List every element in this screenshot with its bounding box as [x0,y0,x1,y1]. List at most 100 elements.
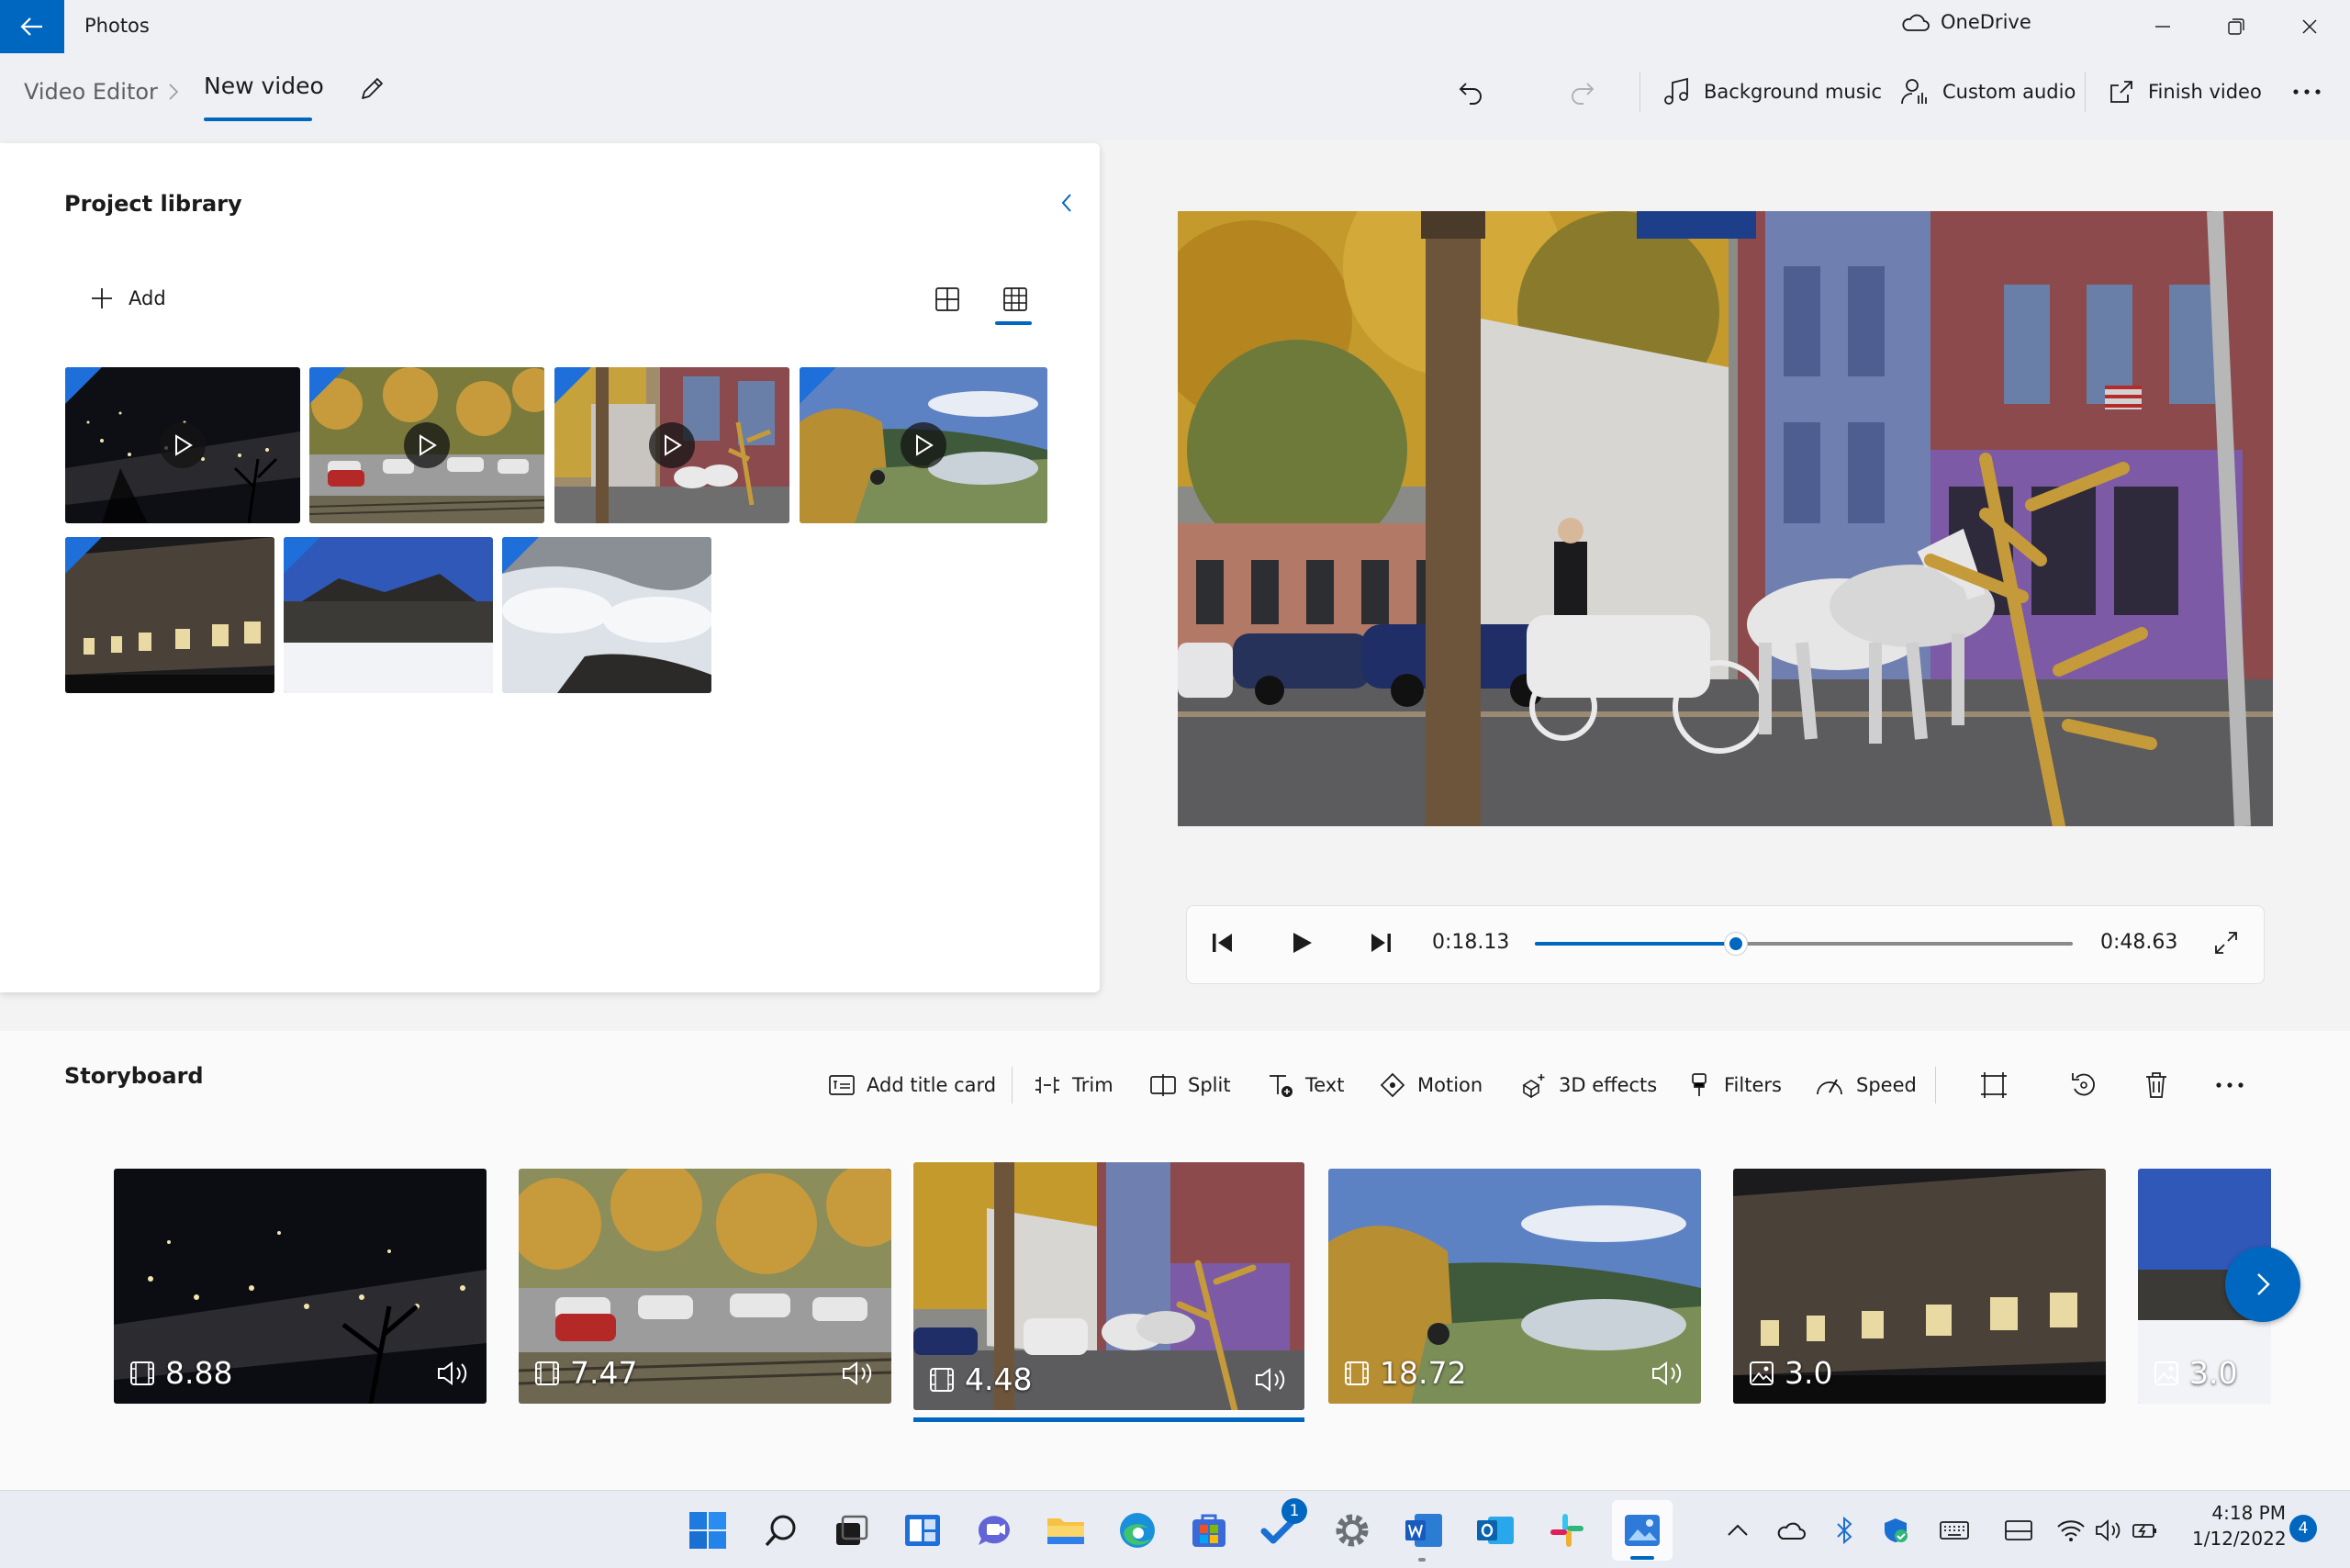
app-title: Photos [84,15,150,37]
storyboard-more-button[interactable] [2214,1067,2245,1103]
clock-time[interactable]: 4:18 PM [2210,1502,2286,1524]
breadcrumb-new-video[interactable]: New video [204,73,324,99]
storyboard-clip[interactable]: 7.47 [519,1169,891,1404]
custom-audio-button[interactable]: Custom audio [1900,72,2076,112]
task-view-button[interactable] [828,1507,874,1553]
quick-settings-button[interactable] [2053,1507,2163,1553]
media-tag [309,367,346,404]
teams-chat-button[interactable] [971,1507,1017,1553]
video-clip-icon [930,1367,954,1392]
storyboard-next-button[interactable] [2225,1247,2300,1322]
library-item[interactable] [502,537,711,693]
music-note-icon [1664,77,1688,105]
trim-button[interactable]: Trim [1034,1067,1113,1103]
widgets-button[interactable] [900,1507,946,1553]
split-button[interactable]: Split [1149,1067,1231,1103]
minimize-button[interactable] [2126,0,2199,53]
speaker-icon [438,1361,467,1385]
library-item[interactable] [800,367,1047,523]
seek-thumb[interactable] [1724,933,1747,955]
play-icon [649,422,695,468]
add-title-card-button[interactable]: Add title card [828,1067,996,1103]
pencil-icon[interactable] [356,73,387,105]
library-item[interactable] [309,367,544,523]
security-tray-button[interactable] [1873,1507,1919,1553]
skip-back-icon [1213,934,1232,952]
share-icon [2110,81,2132,103]
background-music-label: Background music [1704,81,1883,103]
store-button[interactable] [1186,1507,1232,1553]
play-button[interactable] [1289,929,1315,957]
outlook-button[interactable] [1472,1507,1518,1553]
close-icon [2302,19,2317,34]
crop-frame-icon [1981,1072,2007,1098]
clip-volume-button[interactable] [1650,1360,1684,1387]
large-thumbnails-button[interactable] [933,285,962,314]
delete-button[interactable] [2143,1067,2170,1103]
breadcrumb-video-editor[interactable]: Video Editor [24,79,158,105]
settings-button[interactable] [1329,1507,1375,1553]
3d-effects-button[interactable]: 3D effects [1520,1067,1657,1103]
video-preview[interactable] [1178,211,2273,826]
word-button[interactable] [1401,1507,1447,1553]
resize-button[interactable] [1979,1067,2009,1103]
skip-back-button[interactable] [1210,929,1236,957]
collapse-library-button[interactable] [1056,189,1078,217]
motion-button[interactable]: Motion [1379,1067,1483,1103]
storyboard-clip[interactable]: 8.88 [114,1169,487,1404]
storyboard-clip[interactable]: 18.72 [1328,1169,1701,1404]
library-item[interactable] [284,537,493,693]
slack-button[interactable] [1544,1507,1590,1553]
clock-date[interactable]: 1/12/2022 [2192,1528,2287,1550]
speed-button[interactable]: Speed [1814,1067,1917,1103]
skip-forward-button[interactable] [1368,929,1393,957]
play-icon [160,422,206,468]
text-button[interactable]: Text [1267,1067,1344,1103]
file-explorer-button[interactable] [1043,1507,1089,1553]
small-thumbnails-button[interactable] [1001,285,1030,314]
storyboard-clip[interactable]: 3.0 [1733,1169,2106,1404]
background-music-button[interactable]: Background music [1663,72,1882,112]
bluetooth-tray-button[interactable] [1821,1507,1867,1553]
fullscreen-button[interactable] [2212,929,2240,957]
clip-volume-button[interactable] [1253,1366,1288,1394]
more-options-button[interactable] [2291,72,2322,112]
library-item[interactable] [554,367,789,523]
add-title-card-label: Add title card [867,1074,997,1096]
undo-button[interactable] [1456,72,1487,112]
current-time: 0:18.13 [1432,931,1510,954]
restore-button[interactable] [2199,0,2273,53]
rotate-button[interactable] [2069,1067,2098,1103]
header-divider [2085,72,2086,112]
display-tray-button[interactable] [1996,1507,2042,1553]
photos-button[interactable] [1619,1507,1665,1553]
keyboard-tray-button[interactable] [1931,1507,1977,1553]
start-button[interactable] [685,1507,731,1553]
library-item[interactable] [65,537,274,693]
rotate-icon [2072,1073,2095,1096]
split-icon [1150,1074,1176,1096]
task-view-icon [836,1515,868,1545]
seek-slider[interactable] [1535,933,2073,955]
cloud-icon [1902,14,1930,31]
search-button[interactable] [758,1507,804,1553]
storyboard-clip-selected[interactable]: 4.48 [913,1162,1304,1410]
finish-video-button[interactable]: Finish video [2108,72,2262,112]
clip-duration: 18.72 [1343,1355,1466,1391]
redo-button[interactable] [1566,72,1597,112]
clip-volume-button[interactable] [840,1360,875,1387]
play-icon [404,422,450,468]
clip-volume-button[interactable] [435,1360,470,1387]
back-button[interactable] [0,0,64,53]
keyboard-icon [1940,1521,1969,1540]
add-media-button[interactable]: Add [90,286,166,310]
close-button[interactable] [2273,0,2346,53]
onedrive-status[interactable]: OneDrive [1900,11,2031,33]
library-item[interactable] [65,367,300,523]
show-hidden-icons-button[interactable] [1715,1507,1761,1553]
onedrive-tray-button[interactable] [1768,1507,1814,1553]
filters-button[interactable]: Filters [1685,1067,1782,1103]
edge-button[interactable] [1114,1507,1160,1553]
notification-badge[interactable]: 4 [2289,1515,2317,1542]
monitor-icon [2005,1520,2032,1540]
